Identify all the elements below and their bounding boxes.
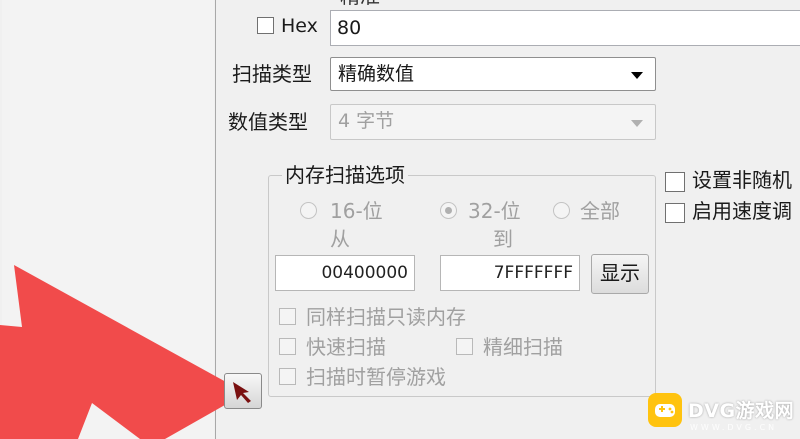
value-label-cropped: 精准	[340, 0, 380, 8]
scan-type-select[interactable]: 精确数值	[330, 57, 656, 91]
gamepad-icon	[648, 393, 682, 427]
radio-selected-dot	[445, 207, 452, 214]
pause-game-label: 扫描时暂停游戏	[306, 365, 446, 389]
memory-scan-options-title: 内存扫描选项	[282, 163, 408, 187]
fine-scan-checkbox[interactable]	[456, 338, 473, 355]
show-button[interactable]: 显示	[591, 254, 649, 294]
radio-32bit-label: 32-位	[468, 199, 521, 223]
fast-scan-label: 快速扫描	[306, 335, 386, 359]
speed-hack-checkbox[interactable]	[665, 203, 685, 223]
dropdown-arrow-icon	[631, 120, 643, 127]
pause-game-checkbox[interactable]	[279, 368, 296, 385]
value-type-value: 4 字节	[338, 110, 395, 132]
value-type-label: 数值类型	[228, 110, 308, 134]
hex-checkbox[interactable]	[257, 17, 274, 34]
radio-16bit[interactable]	[300, 202, 317, 219]
watermark-brand: DVG游戏网	[688, 400, 795, 422]
to-address-input[interactable]: 7FFFFFFF	[440, 255, 580, 291]
fine-scan-label: 精细扫描	[483, 335, 563, 359]
same-scan-readonly-label: 同样扫描只读内存	[306, 305, 466, 329]
dropdown-arrow-icon	[631, 72, 643, 79]
value-input[interactable]: 80	[330, 10, 800, 46]
radio-16bit-label: 16-位	[330, 199, 383, 223]
pointer-scan-button[interactable]	[224, 373, 262, 409]
red-arrow-overlay	[0, 265, 246, 439]
red-arrow-shape	[0, 265, 246, 439]
arrow-pointer-icon	[233, 382, 251, 403]
value-type-select[interactable]: 4 字节	[330, 104, 656, 140]
non-random-checkbox[interactable]	[665, 172, 685, 192]
same-scan-readonly-checkbox[interactable]	[279, 308, 296, 325]
from-label: 从	[330, 227, 350, 251]
scan-type-value: 精确数值	[338, 63, 415, 85]
to-label: 到	[493, 227, 513, 251]
fast-scan-checkbox[interactable]	[279, 338, 296, 355]
radio-32bit[interactable]	[440, 202, 457, 219]
radio-all-label: 全部	[580, 199, 620, 223]
scan-type-label: 扫描类型	[232, 62, 312, 86]
watermark-sub: WWW.DVG.CN	[690, 423, 778, 432]
radio-all[interactable]	[553, 202, 570, 219]
from-address-input[interactable]: 00400000	[275, 255, 415, 291]
non-random-label: 设置非随机	[692, 168, 792, 192]
hex-label: Hex	[281, 15, 318, 37]
speed-hack-label: 启用速度调	[692, 199, 792, 223]
